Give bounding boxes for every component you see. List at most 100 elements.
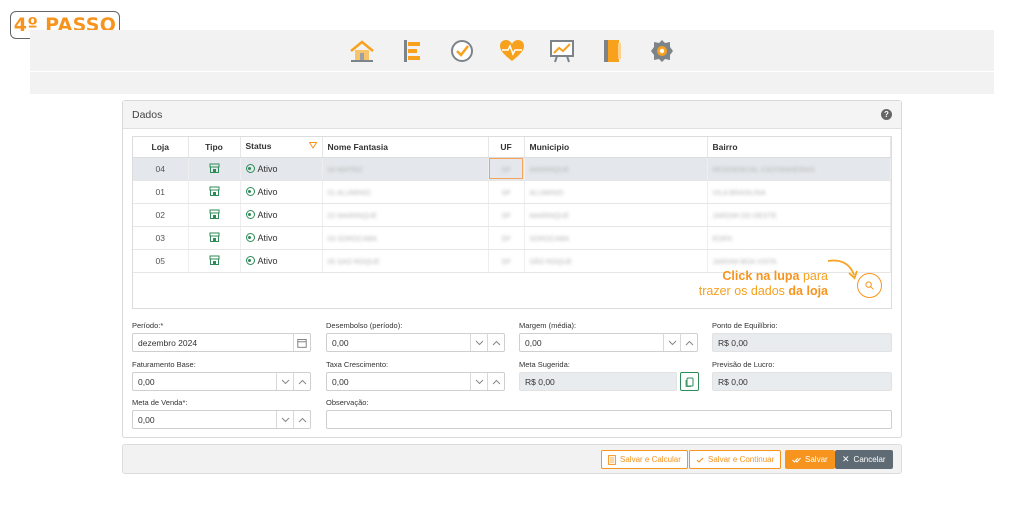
- desembolso-value: 0,00: [332, 337, 349, 348]
- chevron-down-icon[interactable]: [276, 411, 293, 428]
- chevron-up-icon[interactable]: [293, 411, 310, 428]
- cell-uf: SP: [488, 249, 525, 273]
- meta-venda-value: 0,00: [138, 414, 155, 425]
- cell-bairro: JARDIM DO OESTE: [707, 203, 891, 227]
- salvar-button[interactable]: Salvar: [785, 450, 835, 469]
- cancelar-button[interactable]: ✕ Cancelar: [835, 450, 893, 469]
- callout-part1: Click na lupa: [722, 269, 800, 283]
- municipio-value: SÃO ROQUE: [529, 258, 572, 266]
- cell-loja: 01: [133, 180, 189, 204]
- margem-label: Margem (média):: [519, 321, 577, 330]
- chart-board-icon[interactable]: [548, 37, 576, 65]
- status-radio-icon: [245, 256, 255, 265]
- uf-value: SP: [501, 212, 511, 220]
- cell-bairro: EDEN: [707, 226, 891, 250]
- margem-input[interactable]: 0,00: [519, 333, 698, 352]
- faturamento-input[interactable]: 0,00: [132, 372, 311, 391]
- calendar-icon[interactable]: [293, 334, 310, 351]
- store-icon: [209, 163, 220, 175]
- cell-nome-fantasia: 03 SOROCABA: [322, 226, 489, 250]
- bairro-value: RESIDENCIAL CASTANHEIRAS: [712, 166, 815, 174]
- close-icon: ✕: [842, 454, 850, 464]
- heart-pulse-icon[interactable]: [498, 37, 526, 65]
- cancelar-label: Cancelar: [853, 455, 886, 464]
- margem-field: Margem (média): 0,00: [519, 321, 698, 352]
- search-store-button[interactable]: [857, 273, 882, 298]
- chevron-up-icon[interactable]: [487, 373, 504, 390]
- faturamento-label: Faturamento Base:: [132, 360, 196, 369]
- chevron-down-icon[interactable]: [470, 334, 487, 351]
- previsao-label: Previsão de Lucro:: [712, 360, 775, 369]
- cell-tipo: [188, 203, 241, 227]
- gear-icon[interactable]: [648, 37, 676, 65]
- salvar-continuar-button[interactable]: Salvar e Continuar: [689, 450, 782, 469]
- home-icon[interactable]: [348, 37, 376, 65]
- book-icon[interactable]: [598, 37, 626, 65]
- bairro-value: JARDIM DO OESTE: [712, 212, 777, 220]
- table-row[interactable]: 03 Ativo 03 SOROCABA SP SOROCABA EDEN: [133, 226, 891, 250]
- uf-value: SP: [501, 235, 511, 243]
- observacao-input[interactable]: [326, 410, 892, 429]
- col-uf[interactable]: UF: [488, 137, 525, 158]
- table-header-row: Loja Tipo Status Nome Fantasia UF Munici…: [133, 137, 891, 158]
- taxa-label: Taxa Crescimento:: [326, 360, 389, 369]
- chevron-up-icon[interactable]: [680, 334, 697, 351]
- cell-uf: SP: [488, 203, 525, 227]
- col-loja[interactable]: Loja: [133, 137, 189, 158]
- col-municipio[interactable]: Municipio: [524, 137, 708, 158]
- periodo-input[interactable]: dezembro 2024: [132, 333, 311, 352]
- chevron-down-icon[interactable]: [663, 334, 680, 351]
- meta-venda-input[interactable]: 0,00: [132, 410, 311, 429]
- store-icon: [209, 186, 220, 198]
- cell-municipio: ALUMINIO: [524, 180, 708, 204]
- salvar-continuar-label: Salvar e Continuar: [708, 455, 775, 464]
- status-label: Ativo: [257, 186, 278, 197]
- status-label: Ativo: [257, 209, 278, 220]
- nome-fantasia-value: 03 SOROCABA: [327, 235, 377, 243]
- taxa-input[interactable]: 0,00: [326, 372, 505, 391]
- cell-tipo: [188, 180, 241, 204]
- cell-municipio: MAIRINQUE: [524, 203, 708, 227]
- observacao-label: Observação:: [326, 398, 369, 407]
- chevron-up-icon[interactable]: [487, 334, 504, 351]
- chevron-down-icon[interactable]: [470, 373, 487, 390]
- col-status[interactable]: Status: [240, 137, 323, 158]
- ponto-label: Ponto de Equilíbrio:: [712, 321, 778, 330]
- salvar-calcular-label: Salvar e Calcular: [620, 455, 681, 464]
- cell-bairro: RESIDENCIAL CASTANHEIRAS: [707, 157, 891, 181]
- municipio-value: SOROCABA: [529, 235, 570, 243]
- cell-tipo: [188, 249, 241, 273]
- observacao-field: Observação:: [326, 398, 892, 429]
- top-nav-bar: [30, 30, 994, 71]
- status-radio-icon: [245, 233, 255, 242]
- cell-nome-fantasia: 04 MATRIZ: [322, 157, 489, 181]
- nome-fantasia-value: 02 MAIRINQUE: [327, 212, 377, 220]
- col-bairro[interactable]: Bairro: [707, 137, 891, 158]
- col-nome-fantasia[interactable]: Nome Fantasia: [322, 137, 489, 158]
- desembolso-field: Desembolso (período): 0,00: [326, 321, 505, 352]
- check-clock-icon[interactable]: [448, 37, 476, 65]
- chevron-up-icon[interactable]: [293, 373, 310, 390]
- salvar-calcular-button[interactable]: Salvar e Calcular: [601, 450, 688, 469]
- status-label: Ativo: [257, 163, 278, 174]
- cell-status: Ativo: [240, 157, 323, 181]
- chevron-down-icon[interactable]: [276, 373, 293, 390]
- cell-tipo: [188, 226, 241, 250]
- col-tipo[interactable]: Tipo: [188, 137, 241, 158]
- table-row[interactable]: 04 Ativo 04 MATRIZ SP MAIRINQUE RESIDENCIAL C…: [133, 157, 891, 181]
- table-row[interactable]: 02 Ativo 02 MAIRINQUE SP MAIRINQUE JARDIM DO …: [133, 203, 891, 227]
- desembolso-input[interactable]: 0,00: [326, 333, 505, 352]
- list-icon[interactable]: [398, 37, 426, 65]
- callout-part2: para: [799, 269, 828, 283]
- table-row[interactable]: 01 Ativo 01 ALUMINIO SP ALUMINIO VILA BRASILI…: [133, 180, 891, 204]
- copy-meta-button[interactable]: [680, 372, 699, 391]
- filter-icon[interactable]: [308, 142, 317, 152]
- help-icon[interactable]: ?: [881, 109, 892, 120]
- calculator-icon: [608, 454, 616, 465]
- cell-status: Ativo: [240, 180, 323, 204]
- periodo-field: Período:* dezembro 2024: [132, 321, 311, 352]
- meta-sugerida-output: R$ 0,00: [519, 372, 677, 391]
- status-radio-icon: [245, 164, 255, 173]
- cell-nome-fantasia: 02 MAIRINQUE: [322, 203, 489, 227]
- col-status-label: Status: [245, 141, 272, 152]
